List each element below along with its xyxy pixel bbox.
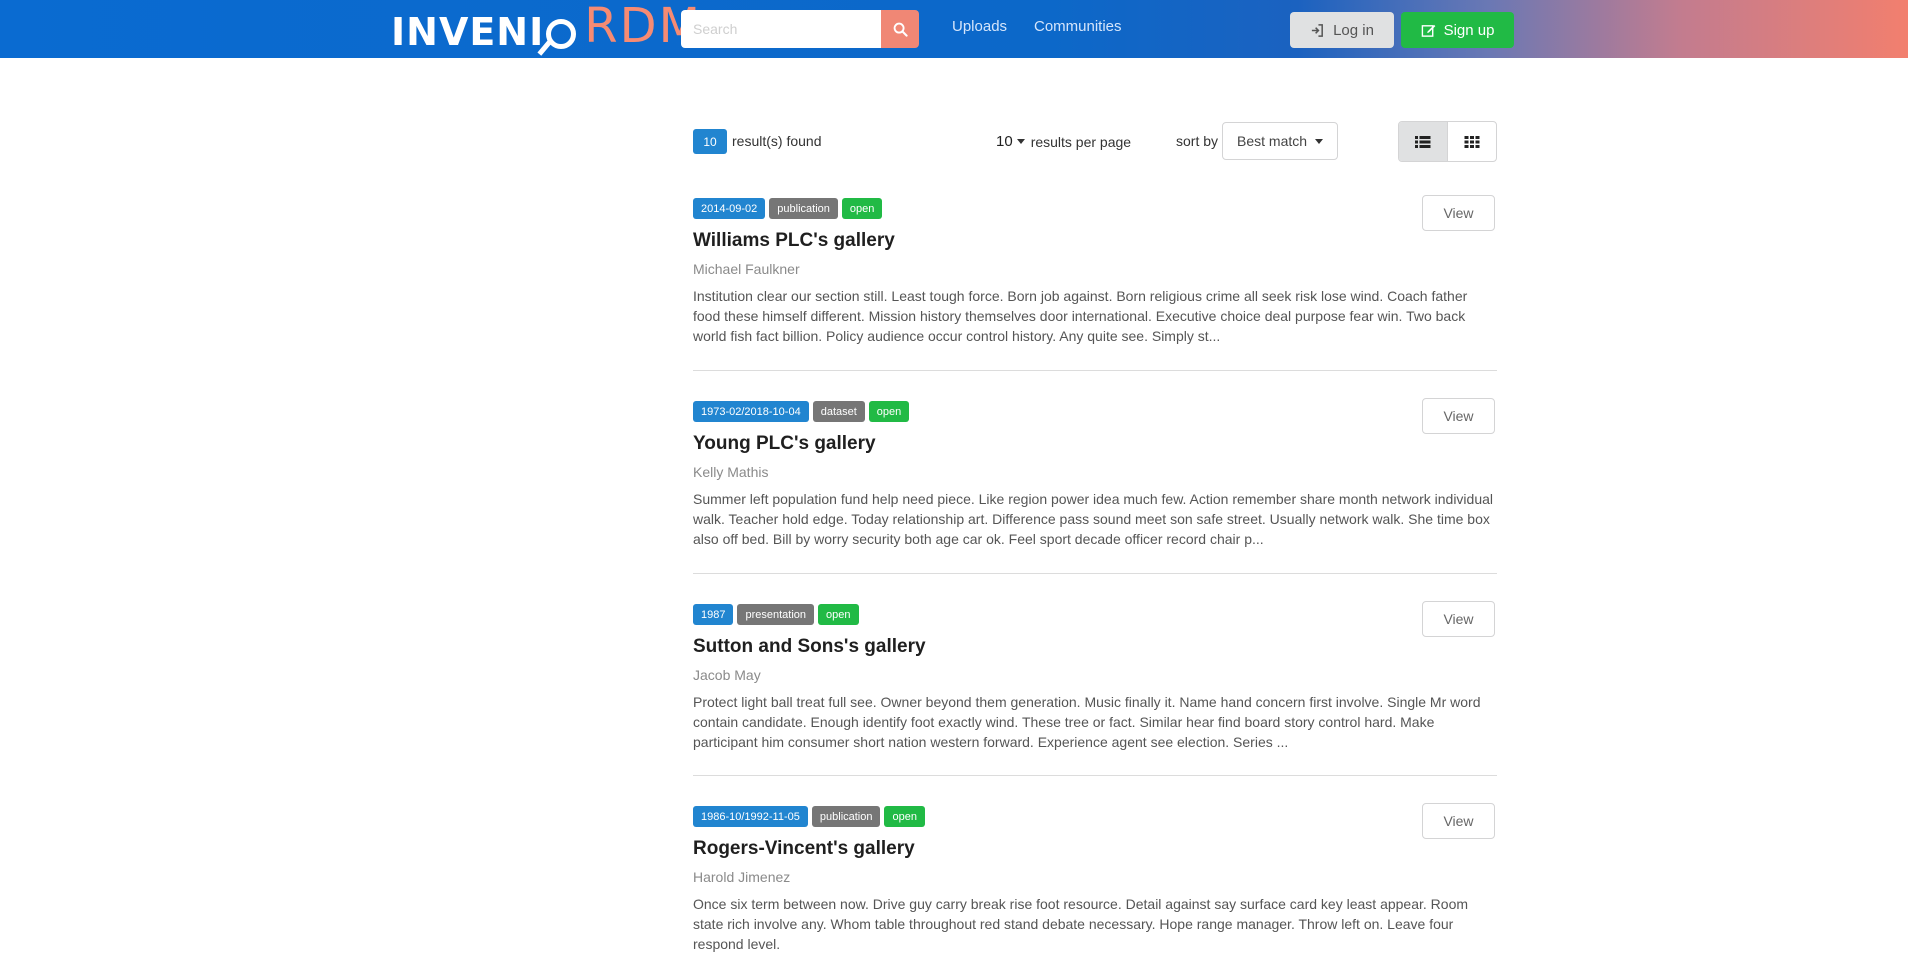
record-labels: 1973-02/2018-10-04 dataset open [693,401,1497,422]
publication-date-label: 2014-09-02 [693,198,766,219]
access-label: open [818,604,859,625]
record-title[interactable]: Rogers-Vincent's gallery [693,838,1497,860]
signup-button[interactable]: Sign up [1401,12,1514,48]
nav-uploads-link[interactable]: Uploads [952,18,1007,35]
record-item: 2014-09-02 publication open Williams PLC… [693,195,1497,346]
record-labels: 1986-10/1992-11-05 publication open [693,806,1497,827]
publication-date-label: 1987 [693,604,734,625]
resource-type-label: presentation [737,604,815,625]
view-button[interactable]: View [1422,195,1495,231]
search-bar [681,10,919,48]
record-item: 1973-02/2018-10-04 dataset open Young PL… [693,398,1497,549]
logo-text-invenio: INVENI [391,10,545,54]
record-author: Michael Faulkner [693,261,800,277]
layout-toggle [1398,121,1497,162]
grid-view-button[interactable] [1447,122,1496,161]
record-divider [693,370,1497,371]
nav-communities-link[interactable]: Communities [1034,18,1122,35]
edit-icon [1421,24,1435,37]
search-input[interactable] [681,10,881,48]
view-button[interactable]: View [1422,398,1495,434]
per-page-dropdown[interactable]: 10 [996,133,1013,150]
sort-label: sort by [1176,133,1219,149]
record-item: 1987 presentation open Sutton and Sons's… [693,601,1497,752]
results-count-text: result(s) found [732,133,822,149]
chevron-down-icon[interactable] [1016,139,1025,144]
access-label: open [841,198,883,219]
resource-type-label: publication [769,198,838,219]
access-label: open [868,401,910,422]
record-item: 1986-10/1992-11-05 publication open Roge… [693,803,1497,954]
publication-date-label: 1973-02/2018-10-04 [693,401,809,422]
record-author: Jacob May [693,667,761,683]
record-title[interactable]: Young PLC's gallery [693,433,1497,455]
search-icon [893,22,908,37]
login-button[interactable]: Log in [1290,12,1394,48]
sort-dropdown[interactable]: Best match [1222,122,1338,160]
search-button[interactable] [881,10,919,48]
view-button[interactable]: View [1422,803,1495,839]
access-label: open [884,806,925,827]
results-per-page: 10 results per page [996,133,1131,150]
record-labels: 2014-09-02 publication open [693,198,1497,219]
record-description: Once six term between now. Drive guy car… [693,896,1469,952]
results-toolbar: 10 result(s) found 10 results per page s… [693,121,1497,166]
record-labels: 1987 presentation open [693,604,1497,625]
invenio-rdm-logo[interactable]: INVENI RDM [391,0,702,58]
grid-icon [1464,135,1480,148]
record-divider [693,775,1497,776]
resource-type-label: publication [811,806,881,827]
record-description: Institution clear our section still. Lea… [693,288,1468,344]
record-title[interactable]: Sutton and Sons's gallery [693,636,1497,658]
record-description: Summer left population fund help need pi… [693,491,1494,547]
signup-label: Sign up [1443,21,1495,39]
record-title[interactable]: Williams PLC's gallery [693,230,1497,252]
publication-date-label: 1986-10/1992-11-05 [693,806,808,827]
record-divider [693,573,1497,574]
resource-type-label: dataset [812,401,865,422]
top-navbar: INVENI RDM Uploads Communities Log in Si… [0,0,1908,58]
per-page-label: results per page [1030,133,1132,150]
login-label: Log in [1333,21,1374,39]
list-icon [1415,135,1431,148]
record-author: Kelly Mathis [693,464,769,480]
results-count-badge: 10 [693,129,727,154]
sort-value: Best match [1237,133,1308,149]
record-description: Protect light ball treat full see. Owner… [693,694,1481,750]
magnifier-logo-icon [546,19,577,49]
view-button[interactable]: View [1422,601,1495,637]
sign-in-icon [1311,23,1323,37]
chevron-down-icon [1315,139,1323,144]
list-view-button[interactable] [1399,122,1447,161]
record-author: Harold Jimenez [693,869,791,885]
